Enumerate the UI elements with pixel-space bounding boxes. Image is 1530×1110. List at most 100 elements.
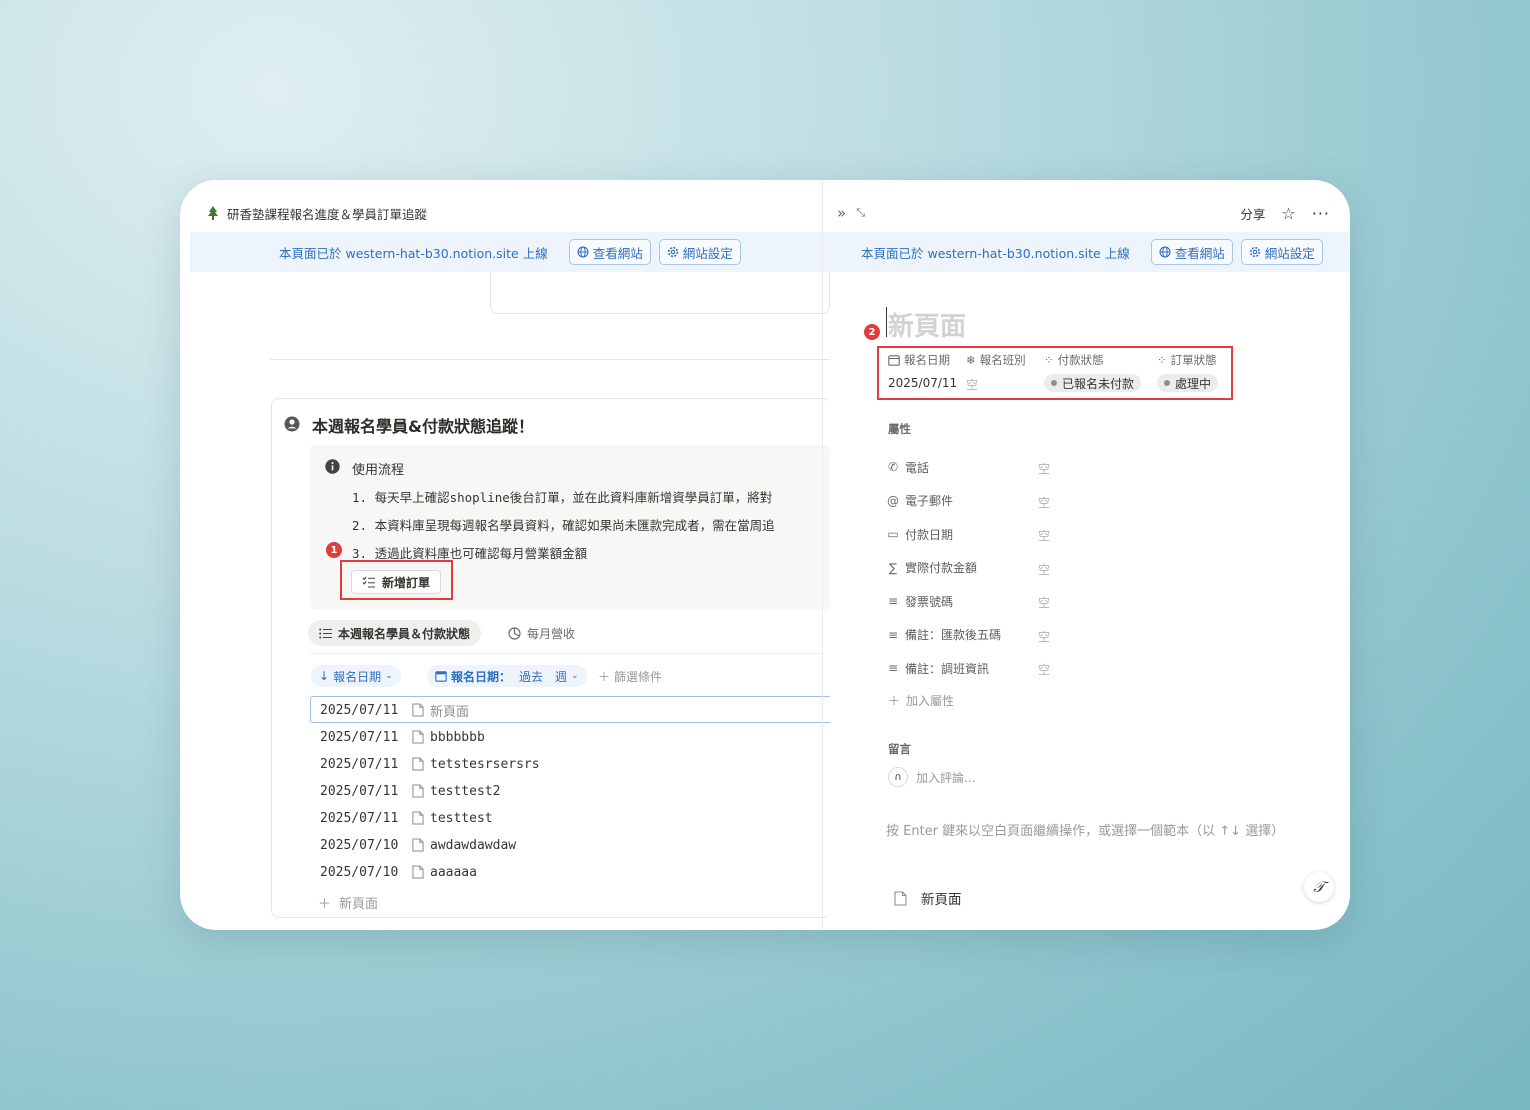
view-site-button-right[interactable]: 查看網站 xyxy=(1150,239,1233,265)
properties-title: 屬性 xyxy=(888,422,911,436)
table-row[interactable]: 2025/07/11 新頁面 xyxy=(320,697,840,723)
published-banner-text-right[interactable]: 本頁面已於 western-hat-b30.notion.site 上線 xyxy=(861,243,1130,262)
expand-icon[interactable]: ⤡ xyxy=(856,206,865,220)
view-site-label-right: 查看網站 xyxy=(1174,245,1225,261)
chevron-down-icon: ⌄ xyxy=(571,671,579,681)
table-row[interactable]: 2025/07/11 tetstesrsersrs xyxy=(320,751,840,777)
row-date: 2025/07/11 xyxy=(320,783,399,799)
breadcrumb[interactable]: 研香塾課程報名進度＆學員訂單追蹤 xyxy=(204,202,427,224)
tree-logo-icon xyxy=(204,205,222,221)
status-icon: ⁘ xyxy=(1044,353,1054,367)
calendar-icon xyxy=(435,670,447,682)
row-title: testtest xyxy=(430,810,493,826)
new-page-label: 新頁面 xyxy=(339,897,379,912)
add-property-button[interactable]: ＋ 加入屬性 xyxy=(888,692,954,709)
formula-icon: ∑ xyxy=(888,560,898,575)
chart-pie-icon xyxy=(508,626,521,640)
view-site-button[interactable]: 查看網站 xyxy=(568,239,651,265)
user-circle-icon xyxy=(284,416,300,432)
summary-date-value[interactable]: 2025/07/11 xyxy=(888,376,957,390)
summary-header-class-label: 報名班別 xyxy=(979,353,1026,367)
template-new-page[interactable]: 新頁面 xyxy=(894,888,962,908)
checklist-icon xyxy=(362,576,376,588)
globe-icon xyxy=(1159,246,1171,258)
property-value-empty[interactable]: 空 xyxy=(1038,494,1050,511)
summary-header-date-label: 報名日期 xyxy=(904,353,950,367)
published-banner-text[interactable]: 本頁面已於 western-hat-b30.notion.site 上線 xyxy=(279,243,548,262)
share-button[interactable]: 分享 xyxy=(1240,204,1265,223)
row-title: tetstesrsersrs xyxy=(430,756,540,772)
tab-monthly-label: 每月營收 xyxy=(527,626,576,641)
table-row[interactable]: 2025/07/11 bbbbbbb xyxy=(320,724,840,750)
property-value-empty[interactable]: 空 xyxy=(1038,561,1050,578)
row-date: 2025/07/11 xyxy=(320,729,399,745)
close-peek-icon[interactable]: » xyxy=(837,204,846,222)
table-row[interactable]: 2025/07/11 testtest xyxy=(320,805,840,831)
property-value-empty[interactable]: 空 xyxy=(1038,661,1050,678)
property-value-empty[interactable]: 空 xyxy=(1038,594,1050,611)
peek-actions: 分享 ☆ ··· xyxy=(1240,202,1330,224)
page-icon xyxy=(412,784,424,798)
site-settings-label: 網站設定 xyxy=(682,245,733,261)
table-row[interactable]: 2025/07/10 aaaaaa xyxy=(320,859,840,885)
side-peek-pane: » ⤡ 分享 ☆ ··· 本頁面已於 western-hat-b30.notio… xyxy=(822,180,1350,930)
ai-face-icon: 𝒯 xyxy=(1313,878,1325,896)
more-options-icon[interactable]: ··· xyxy=(1312,204,1330,223)
divider xyxy=(270,359,830,360)
info-icon xyxy=(325,459,340,474)
property-label: 電子郵件 xyxy=(905,494,954,508)
page-title-input[interactable]: 新頁面 xyxy=(888,306,966,343)
table-row[interactable]: 2025/07/10 awdawdawdaw xyxy=(320,832,840,858)
new-page-row[interactable]: ＋ 新頁面 xyxy=(318,893,378,912)
summary-header-payment: ⁘ 付款狀態 xyxy=(1044,352,1104,368)
row-date: 2025/07/11 xyxy=(320,702,399,718)
add-filter-button[interactable]: ＋ 篩選條件 xyxy=(598,665,662,687)
payment-status-pill[interactable]: 已報名未付款 xyxy=(1044,374,1142,392)
summary-header-class: ❄ 報名班別 xyxy=(966,352,1026,368)
phone-icon: ✆ xyxy=(887,460,899,474)
star-icon[interactable]: ☆ xyxy=(1281,204,1295,223)
property-label: 發票號碼 xyxy=(905,594,954,609)
add-comment-row[interactable]: ∩ 加入評論... xyxy=(888,767,975,787)
ai-assistant-button[interactable]: 𝒯 xyxy=(1304,872,1334,902)
property-value-empty[interactable]: 空 xyxy=(1038,460,1050,477)
table-row[interactable]: 2025/07/11 testtest2 xyxy=(320,778,840,804)
row-title: awdawdawdaw xyxy=(430,837,517,853)
annotation-badge-2: 2 xyxy=(864,324,880,340)
plus-icon: ＋ xyxy=(888,694,901,708)
published-banner-right: 本頁面已於 western-hat-b30.notion.site 上線 查看網… xyxy=(823,232,1350,272)
property-value-empty[interactable]: 空 xyxy=(1038,628,1050,645)
page-icon xyxy=(894,890,907,906)
sort-chip[interactable]: ↓ 報名日期 ⌄ xyxy=(311,665,401,687)
page-title: 研香塾課程報名進度＆學員訂單追蹤 xyxy=(227,206,428,222)
add-property-label: 加入屬性 xyxy=(906,694,955,708)
comments-title: 留言 xyxy=(888,742,911,756)
globe-icon xyxy=(577,246,589,258)
site-settings-button-right[interactable]: 網站設定 xyxy=(1240,239,1323,265)
template-hint: 按 Enter 鍵來以空白頁面繼續操作，或選擇一個範本（以 ↑↓ 選擇） xyxy=(886,824,1285,839)
new-order-button[interactable]: 新增訂單 xyxy=(351,570,442,594)
filter-unit: 週 xyxy=(555,669,568,684)
site-settings-button[interactable]: 網站設定 xyxy=(658,239,741,265)
page-icon xyxy=(412,757,424,771)
app-window: 研香塾課程報名進度＆學員訂單追蹤 本頁面已於 western-hat-b30.n… xyxy=(180,180,1350,930)
add-filter-label: 篩選條件 xyxy=(614,669,663,684)
tab-weekly-registrations[interactable]: 本週報名學員＆付款狀態 xyxy=(308,620,482,646)
tab-monthly-revenue[interactable]: 每月營收 xyxy=(508,620,575,646)
date-filter-chip[interactable]: 報名日期： 過去 週 ⌄ xyxy=(427,665,587,687)
summary-header-order: ⁘ 訂單狀態 xyxy=(1157,352,1217,368)
callout-title: 使用流程 xyxy=(352,463,405,478)
row-date: 2025/07/11 xyxy=(320,756,399,772)
order-status-pill[interactable]: 處理中 xyxy=(1157,374,1219,392)
add-comment-placeholder: 加入評論... xyxy=(916,770,976,785)
summary-class-empty[interactable]: 空 xyxy=(966,376,978,393)
section-heading: 本週報名學員&付款狀態追蹤！ xyxy=(312,417,534,436)
summary-header-date: 報名日期 xyxy=(888,352,950,368)
avatar: ∩ xyxy=(888,767,908,787)
annotation-badge-1: 1 xyxy=(326,542,342,558)
page-icon xyxy=(412,865,424,879)
page-icon xyxy=(412,838,424,852)
property-value-empty[interactable]: 空 xyxy=(1038,527,1050,544)
text-icon: ≡ xyxy=(887,594,899,608)
page-icon xyxy=(412,811,424,825)
